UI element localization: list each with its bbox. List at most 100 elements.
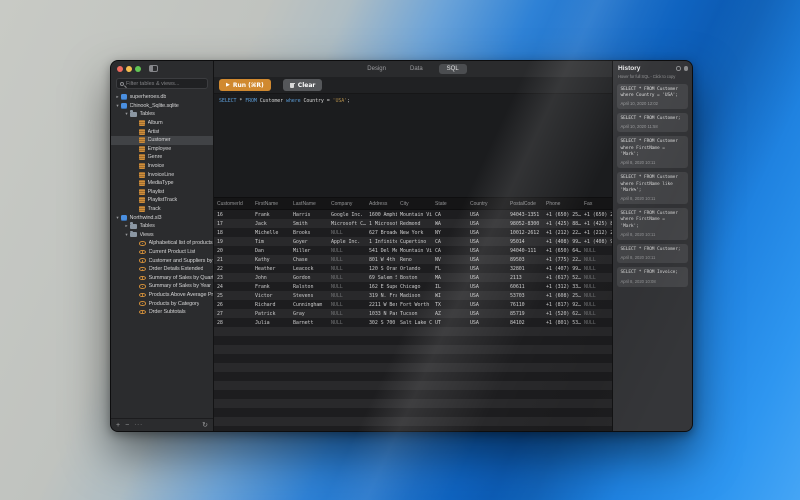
table-cell: Salt Lake C… [400, 319, 432, 326]
close-window-button[interactable] [117, 65, 123, 72]
column-header-city[interactable]: City [397, 201, 432, 207]
column-header-fax[interactable]: Fax [581, 201, 612, 207]
disclosure-expanded-icon[interactable]: ▾ [114, 103, 121, 109]
tree-item-employee[interactable]: Employee [111, 145, 213, 154]
table-cell: 95014 [510, 238, 525, 245]
zoom-window-button[interactable] [135, 65, 141, 72]
disclosure-expanded-icon[interactable]: ▾ [114, 215, 121, 221]
table-row[interactable]: 20 Dan Miller NULL 541 Del Med…Mountain Vi…C… [214, 246, 612, 255]
tree-item-alphabetical-list-of-products[interactable]: Alphabetical list of products [111, 239, 213, 248]
tree-item-album[interactable]: Album [111, 119, 213, 128]
history-item[interactable]: SELECT * FROM Customer where FirstName =… [617, 136, 688, 169]
view-icon [139, 301, 146, 306]
tree-item-views[interactable]: ▾ Views [111, 230, 213, 240]
disclosure-collapsed-icon[interactable]: ▸ [114, 94, 121, 100]
table-row[interactable]: 19 Tim Goyer Apple Inc. 1 Infinite…Cupertino… [214, 237, 612, 246]
column-header-lastname[interactable]: LastName [290, 201, 328, 207]
history-item[interactable]: SELECT * FROM Customer where FirstName =… [617, 208, 688, 241]
run-query-button[interactable]: ▶ Run (⌘R) [219, 79, 271, 91]
disclosure-expanded-icon[interactable]: ▾ [123, 232, 130, 238]
table-cell: 2211 W Berr… [369, 301, 397, 308]
table-row[interactable]: 25 Victor Stevens NULL 319 N. Fran…Madison WI… [214, 291, 612, 300]
tree-item-mediatype[interactable]: MediaType [111, 179, 213, 188]
tree-item-playlisttrack[interactable]: PlaylistTrack [111, 196, 213, 205]
tree-item-genre[interactable]: Genre [111, 153, 213, 162]
disclosure-collapsed-icon[interactable]: ▸ [123, 223, 130, 229]
tree-item-superheroes-db[interactable]: ▸ superheroes.db [111, 93, 213, 102]
tree-item-label: Album [147, 120, 163, 127]
refresh-icon[interactable]: ↻ [202, 422, 208, 429]
history-settings-icon[interactable] [683, 66, 688, 71]
clear-query-button[interactable]: Clear [282, 79, 323, 91]
table-cell: 84102 [510, 319, 525, 326]
history-item[interactable]: SELECT * FROM Customer; April 8, 2020 10:… [617, 244, 688, 264]
table-cell: Reno [400, 256, 412, 263]
clear-history-icon[interactable] [676, 66, 681, 71]
more-options-button[interactable]: ··· [134, 422, 143, 428]
table-row[interactable]: 22 Heather Leacock NULL 120 S Orang…Orlando F… [214, 264, 612, 273]
tree-item-invoice[interactable]: Invoice [111, 162, 213, 171]
tree-item-artist[interactable]: Artist [111, 127, 213, 136]
tree-item-northwind-sl3[interactable]: ▾ Northwind.sl3 [111, 213, 213, 222]
column-header-phone[interactable]: Phone [543, 201, 581, 207]
tree-item-customer[interactable]: Customer [111, 135, 213, 145]
column-header-address[interactable]: Address [366, 201, 397, 207]
history-item[interactable]: SELECT * FROM Customer where Country = '… [617, 83, 688, 110]
history-date: April 10, 2020 11:58 [620, 124, 658, 130]
table-row[interactable]: 24 Frank Ralston NULL 162 E Super…Chicago IL U… [214, 282, 612, 291]
table-row[interactable]: 18 Michelle Brooks NULL 627 BroadwayNew York… [214, 228, 612, 237]
tree-item-tables[interactable]: ▸ Tables [111, 222, 213, 231]
table-row[interactable]: 27 Patrick Gray NULL 1033 N Park…Tucson AZ USA… [214, 309, 612, 318]
table-cell: +1 (650) 25… [546, 211, 581, 218]
tree-item-current-product-list[interactable]: Current Product List [111, 248, 213, 257]
toggle-sidebar-icon[interactable] [149, 65, 158, 72]
sidebar-search-box[interactable] [116, 78, 208, 89]
sql-editor[interactable]: SELECT * FROM Customer where Country = '… [214, 94, 612, 197]
tree-item-tables[interactable]: ▾ Tables [111, 110, 213, 119]
history-item[interactable]: SELECT * FROM Customer; April 10, 2020 11… [617, 113, 688, 133]
table-icon [139, 171, 145, 178]
filter-tables-input[interactable] [126, 80, 204, 87]
tree-item-playlist[interactable]: Playlist [111, 188, 213, 197]
column-header-firstname[interactable]: FirstName [252, 201, 290, 207]
table-row[interactable]: 16 Frank Harris Google Inc. 1600 Amphit…Moun… [214, 210, 612, 219]
table-cell: Fort Worth [400, 301, 430, 308]
tree-item-chinook-sqlite-sqlite[interactable]: ▾ Chinook_Sqlite.sqlite [111, 102, 213, 111]
disclosure-expanded-icon[interactable]: ▾ [123, 111, 130, 117]
tree-item-track[interactable]: Track [111, 205, 213, 214]
table-row[interactable]: 26 Richard Cunningham NULL 2211 W Berr…Fort … [214, 300, 612, 309]
tab-data[interactable]: Data [402, 64, 431, 74]
add-connection-button[interactable]: + [116, 422, 120, 429]
tree-item-order-details-extended[interactable]: Order Details Extended [111, 265, 213, 274]
table-icon [139, 180, 145, 187]
tab-sql[interactable]: SQL [438, 64, 467, 74]
column-header-postalcode[interactable]: PostalCode [507, 201, 543, 207]
table-row[interactable]: 17 Jack Smith Microsoft C…1 Microsoft…Redmo… [214, 219, 612, 228]
tree-item-products-by-category[interactable]: Products by Category [111, 299, 213, 308]
tab-design[interactable]: Design [359, 64, 394, 74]
table-row[interactable]: 23 John Gordon NULL 69 Salem St…Boston MA USA 2… [214, 273, 612, 282]
column-header-state[interactable]: State [432, 201, 467, 207]
tree-item-order-subtotals[interactable]: Order Subtotals [111, 308, 213, 317]
table-row[interactable]: 21 Kathy Chase NULL 801 W 4th S…Reno NV USA 895… [214, 255, 612, 264]
column-header-company[interactable]: Company [328, 201, 366, 207]
tree-item-summary-of-sales-by-quarter[interactable]: Summary of Sales by Quarter [111, 273, 213, 282]
table-cell: 1 Microsoft… [369, 220, 397, 227]
minimize-window-button[interactable] [126, 65, 132, 72]
tree-item-invoiceline[interactable]: InvoiceLine [111, 170, 213, 179]
table-cell: 22 [217, 265, 223, 272]
tree-item-summary-of-sales-by-year[interactable]: Summary of Sales by Year [111, 282, 213, 291]
table-row[interactable]: 28 Julia Barnett NULL 302 S 700 ESalt Lake C… [214, 318, 612, 327]
remove-connection-button[interactable]: − [125, 422, 129, 429]
column-header-country[interactable]: Country [467, 201, 507, 207]
table-cell: 2113 [510, 274, 522, 281]
history-item[interactable]: SELECT * FROM Invoice; April 8, 2020 10:0… [617, 267, 688, 287]
history-item[interactable]: SELECT * FROM Customer where FirstName l… [617, 172, 688, 205]
tree-item-customer-and-suppliers-by-city[interactable]: Customer and Suppliers by City [111, 256, 213, 265]
column-header-customerid[interactable]: CustomerId [214, 201, 252, 207]
tree-item-products-above-average-price[interactable]: Products Above Average Price [111, 291, 213, 300]
table-cell: Cunningham [293, 301, 323, 308]
table-cell: +1 (801) 53… [546, 319, 581, 326]
table-cell: 1 Infinite… [369, 238, 397, 245]
table-cell: NULL [584, 265, 596, 272]
